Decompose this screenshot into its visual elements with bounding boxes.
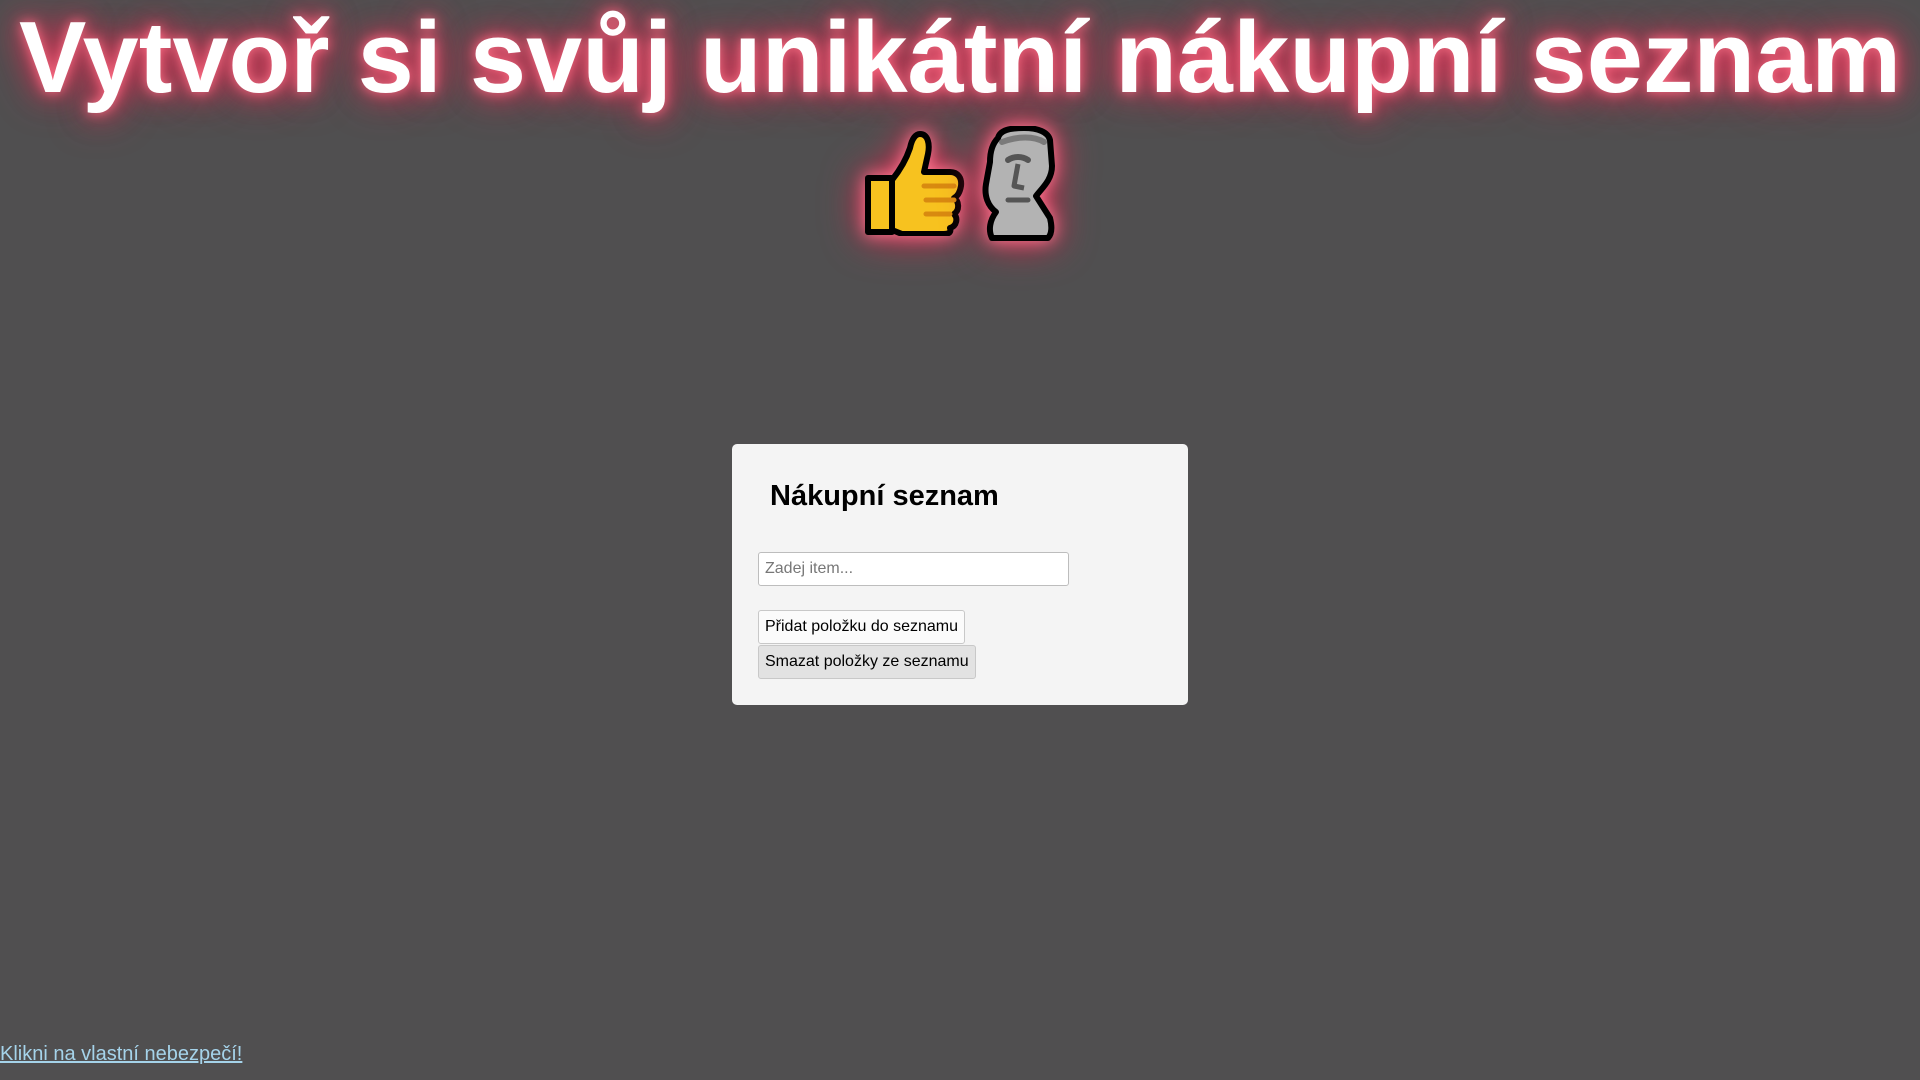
page-title: Vytvoř si svůj unikátní nákupní seznam <box>18 2 1902 114</box>
moai-icon <box>978 126 1058 242</box>
thumbs-up-icon <box>862 126 966 242</box>
shopping-list-card: Nákupní seznam Přidat položku do seznamu… <box>732 444 1188 705</box>
danger-link[interactable]: Klikni na vlastní nebezpečí! <box>0 1043 242 1066</box>
emoji-row <box>0 126 1920 242</box>
clear-items-button[interactable]: Smazat položky ze seznamu <box>758 645 976 679</box>
item-input[interactable] <box>758 552 1069 586</box>
add-item-button[interactable]: Přidat položku do seznamu <box>758 610 965 644</box>
card-title: Nákupní seznam <box>770 480 999 512</box>
